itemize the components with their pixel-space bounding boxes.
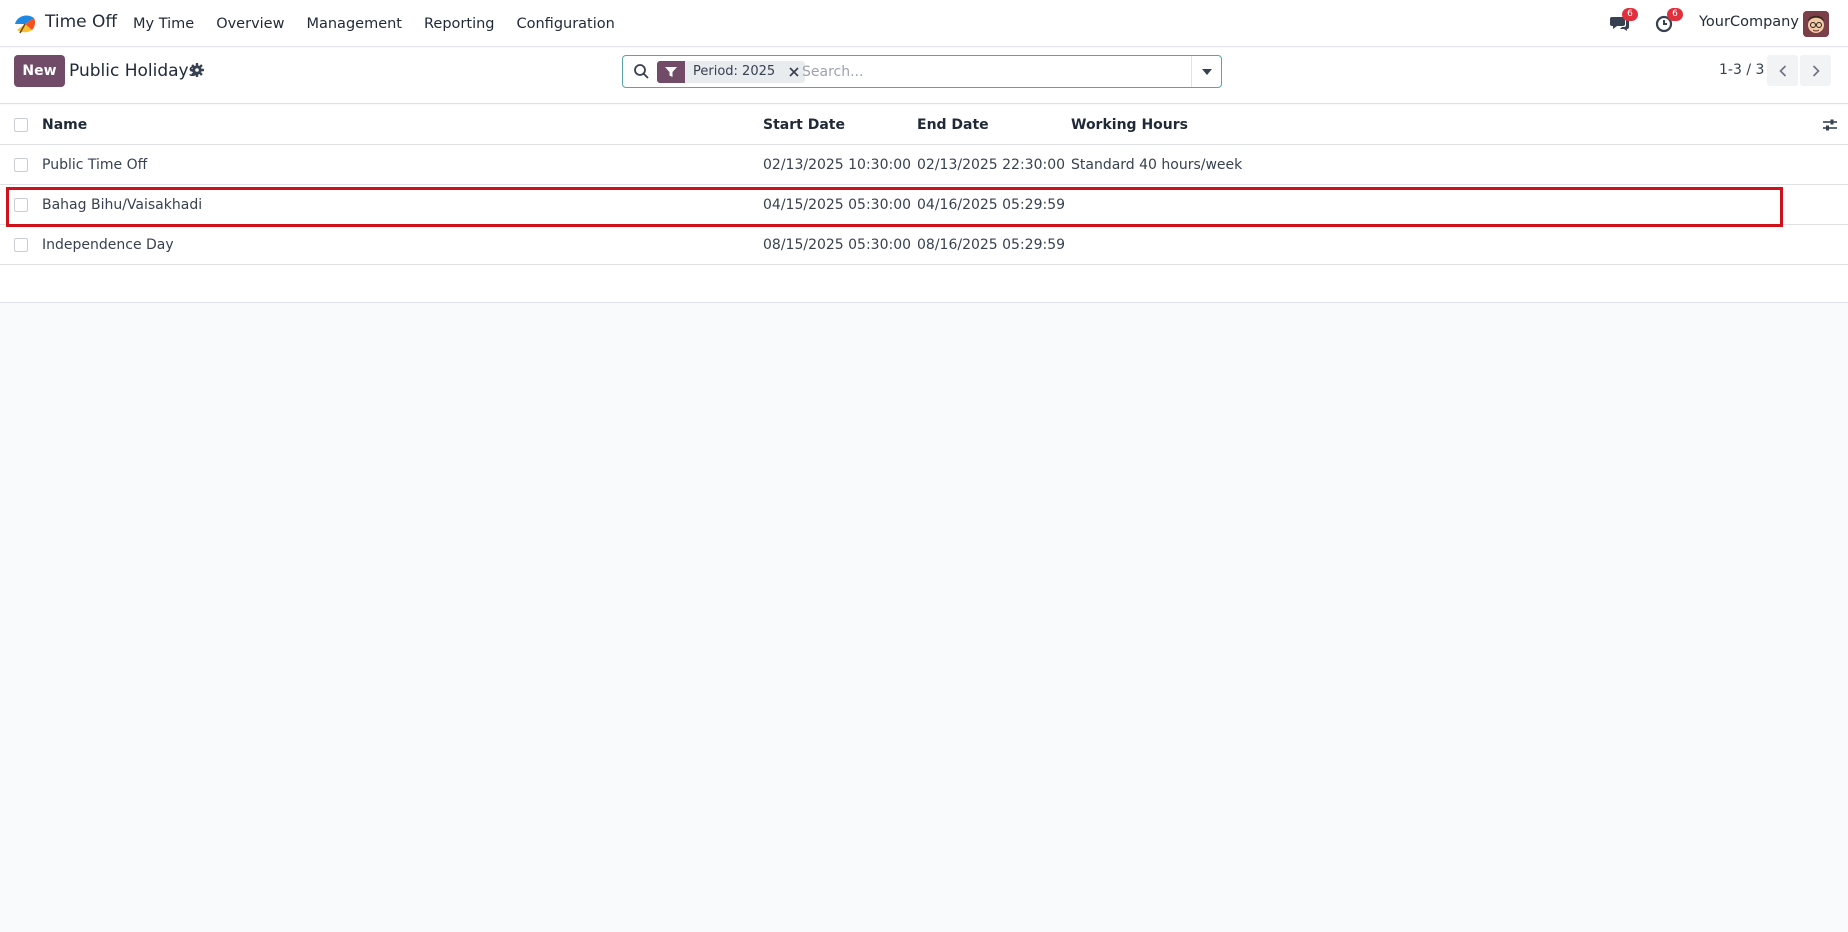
gear-icon[interactable] bbox=[189, 62, 205, 78]
cell-name: Public Time Off bbox=[42, 156, 148, 173]
table-row[interactable]: Independence Day 08/15/2025 05:30:00 08/… bbox=[0, 225, 1848, 265]
new-button[interactable]: New bbox=[14, 55, 65, 87]
cell-start-date: 02/13/2025 10:30:00 bbox=[763, 156, 912, 173]
activities-badge: 6 bbox=[1667, 8, 1683, 21]
top-navbar: Time Off My Time Overview Management Rep… bbox=[0, 0, 1848, 47]
cell-name: Bahag Bihu/Vaisakhadi bbox=[42, 196, 203, 213]
chevron-right-icon bbox=[1812, 64, 1820, 77]
menu-management[interactable]: Management bbox=[306, 16, 402, 32]
messages-badge: 6 bbox=[1622, 8, 1638, 21]
control-panel: New Public Holidays Period: 2025 Search.… bbox=[0, 48, 1848, 104]
cell-end-date: 02/13/2025 22:30:00 bbox=[917, 156, 1066, 173]
facet-label: Period: 2025 bbox=[693, 64, 776, 79]
menu-configuration[interactable]: Configuration bbox=[517, 16, 615, 32]
table-row[interactable]: Public Time Off 02/13/2025 10:30:00 02/1… bbox=[0, 145, 1848, 185]
filter-icon bbox=[657, 61, 685, 83]
cell-start-date: 08/15/2025 05:30:00 bbox=[763, 236, 912, 253]
select-all-checkbox[interactable] bbox=[14, 118, 28, 132]
pager-next-button[interactable] bbox=[1800, 55, 1831, 86]
pager-value[interactable]: 1-3 / 3 bbox=[1719, 62, 1764, 78]
search-facet-period[interactable]: Period: 2025 bbox=[657, 61, 806, 83]
search-icon bbox=[634, 64, 649, 79]
table-empty-row bbox=[0, 265, 1848, 303]
row-checkbox[interactable] bbox=[14, 238, 28, 252]
menu-reporting[interactable]: Reporting bbox=[424, 16, 495, 32]
row-checkbox[interactable] bbox=[14, 158, 28, 172]
user-avatar[interactable] bbox=[1803, 11, 1829, 37]
app-name[interactable]: Time Off bbox=[45, 12, 117, 32]
caret-down-icon bbox=[1201, 68, 1212, 75]
chevron-left-icon bbox=[1778, 64, 1786, 77]
column-header-working-hours[interactable]: Working Hours bbox=[1071, 105, 1188, 144]
cell-start-date: 04/15/2025 05:30:00 bbox=[763, 196, 912, 213]
menu-my-time[interactable]: My Time bbox=[133, 16, 194, 32]
column-header-name[interactable]: Name bbox=[42, 105, 87, 144]
cell-working-hours: Standard 40 hours/week bbox=[1071, 156, 1243, 173]
cell-end-date: 04/16/2025 05:29:59 bbox=[917, 196, 1066, 213]
company-switcher[interactable]: YourCompany bbox=[1699, 14, 1799, 30]
cell-name: Independence Day bbox=[42, 236, 174, 253]
cell-end-date: 08/16/2025 05:29:59 bbox=[917, 236, 1066, 253]
search-input[interactable] bbox=[802, 60, 1162, 84]
search-bar[interactable]: Period: 2025 bbox=[622, 55, 1222, 88]
column-header-end-date[interactable]: End Date bbox=[917, 105, 989, 144]
table-header: Name Start Date End Date Working Hours bbox=[0, 105, 1848, 145]
main-menu: My Time Overview Management Reporting Co… bbox=[133, 0, 637, 47]
optional-columns-icon[interactable] bbox=[1822, 117, 1838, 133]
page-title: Public Holidays bbox=[69, 61, 198, 81]
activities-button[interactable]: 6 bbox=[1655, 8, 1683, 35]
public-holidays-list: Name Start Date End Date Working Hours P… bbox=[0, 105, 1848, 303]
pager-previous-button[interactable] bbox=[1767, 55, 1798, 86]
menu-overview[interactable]: Overview bbox=[216, 16, 284, 32]
table-row[interactable]: Bahag Bihu/Vaisakhadi 04/15/2025 05:30:0… bbox=[0, 185, 1848, 225]
search-options-toggle[interactable] bbox=[1191, 56, 1221, 87]
messages-button[interactable]: 6 bbox=[1610, 8, 1638, 35]
row-checkbox[interactable] bbox=[14, 198, 28, 212]
time-off-app-icon[interactable] bbox=[13, 12, 37, 34]
column-header-start-date[interactable]: Start Date bbox=[763, 105, 845, 144]
